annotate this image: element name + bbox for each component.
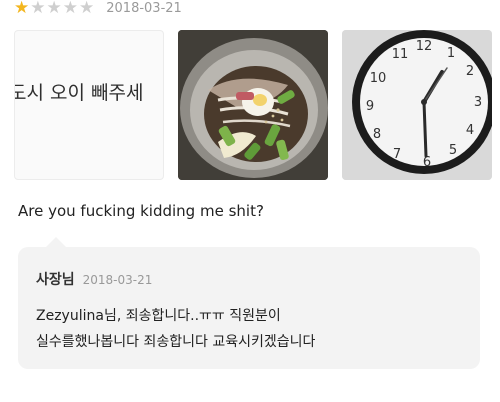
- svg-text:11: 11: [392, 47, 409, 62]
- review-photo-1[interactable]: 도시 오이 빼주세: [14, 30, 164, 180]
- review-photo-3[interactable]: 12 1 2 3 4 5 6 7 8 9 10 11: [342, 30, 492, 180]
- svg-text:5: 5: [449, 143, 457, 158]
- star-filled-icon: ★: [14, 0, 30, 18]
- photo-caption-text: 도시 오이 빼주세: [14, 82, 144, 104]
- reply-text-line-2: 실수를했나봅니다 죄송합니다 교육시키겠습니다: [36, 334, 316, 350]
- reply-text-line-1: Zezyulina님, 죄송합니다..ㅠㅠ 직원분이: [36, 308, 281, 324]
- svg-text:3: 3: [474, 95, 482, 110]
- owner-reply: 사장님 2018-03-21 Zezyulina님, 죄송합니다..ㅠㅠ 직원분…: [18, 237, 480, 369]
- svg-text:4: 4: [466, 123, 474, 138]
- reply-date: 2018-03-21: [82, 273, 153, 287]
- svg-text:8: 8: [373, 127, 381, 142]
- review-text: Are you fucking kidding me shit?: [18, 202, 264, 220]
- review-photos: 도시 오이 빼주세 12 1 2 3 4 5 6 7 8 9 10 11: [14, 30, 492, 180]
- svg-text:12: 12: [416, 39, 433, 54]
- svg-text:6: 6: [423, 155, 431, 170]
- star-empty-icon: ★: [79, 0, 95, 18]
- cold-noodle-bowl-icon: [178, 30, 328, 180]
- review-date: 2018-03-21: [106, 1, 182, 16]
- star-empty-icon: ★: [30, 0, 46, 18]
- star-empty-icon: ★: [46, 0, 62, 18]
- svg-text:7: 7: [393, 147, 401, 162]
- reply-notch: [46, 237, 66, 247]
- reply-header: 사장님 2018-03-21: [36, 269, 152, 289]
- star-rating: ★ ★ ★ ★ ★: [14, 0, 94, 17]
- review-photo-2[interactable]: [178, 30, 328, 180]
- owner-label: 사장님: [36, 272, 75, 288]
- svg-text:1: 1: [447, 46, 455, 61]
- review-rating-row: ★ ★ ★ ★ ★ 2018-03-21: [14, 0, 182, 17]
- svg-text:2: 2: [466, 64, 474, 79]
- clock-icon: 12 1 2 3 4 5 6 7 8 9 10 11: [342, 30, 492, 180]
- svg-text:10: 10: [370, 71, 387, 86]
- svg-text:9: 9: [366, 99, 374, 114]
- star-empty-icon: ★: [62, 0, 78, 18]
